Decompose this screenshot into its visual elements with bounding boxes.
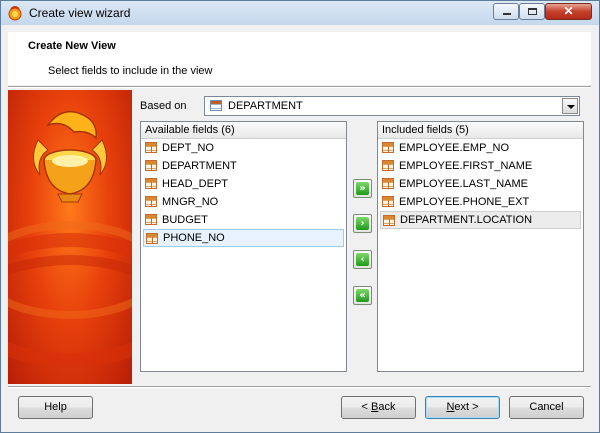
help-button[interactable]: Help bbox=[18, 396, 93, 419]
footer-divider bbox=[8, 386, 591, 388]
maximize-button[interactable] bbox=[519, 3, 545, 20]
table-icon bbox=[145, 160, 157, 171]
double-arrow-right-icon: » bbox=[356, 182, 369, 195]
remove-all-fields-button[interactable]: « bbox=[353, 286, 372, 305]
minimize-button[interactable] bbox=[493, 3, 519, 20]
add-field-button[interactable]: › bbox=[353, 214, 372, 233]
combo-dropdown-icon[interactable] bbox=[562, 98, 578, 114]
back-button[interactable]: < Back bbox=[341, 396, 416, 419]
table-icon bbox=[382, 196, 394, 207]
list-item[interactable]: DEPARTMENT bbox=[143, 157, 346, 175]
table-icon bbox=[383, 215, 395, 226]
list-item[interactable]: EMPLOYEE.PHONE_EXT bbox=[380, 193, 583, 211]
minimize-icon bbox=[503, 13, 511, 15]
table-icon bbox=[382, 160, 394, 171]
firebird-logo-icon bbox=[33, 110, 107, 203]
table-icon bbox=[145, 178, 157, 189]
list-item[interactable]: HEAD_DEPT bbox=[143, 175, 346, 193]
double-arrow-left-icon: « bbox=[356, 289, 369, 302]
included-fields-list[interactable]: Included fields (5) EMPLOYEE.EMP_NO EMPL… bbox=[377, 121, 584, 372]
table-icon bbox=[382, 142, 394, 153]
list-item-selected[interactable]: PHONE_NO bbox=[143, 229, 344, 247]
remove-field-button[interactable]: ‹ bbox=[353, 250, 372, 269]
arrow-right-icon: › bbox=[356, 217, 369, 230]
window-title: Create view wizard bbox=[29, 6, 131, 20]
title-bar[interactable]: Create view wizard ✕ bbox=[1, 1, 599, 25]
table-icon bbox=[382, 178, 394, 189]
cancel-button[interactable]: Cancel bbox=[509, 396, 584, 419]
add-all-fields-button[interactable]: » bbox=[353, 179, 372, 198]
list-item[interactable]: EMPLOYEE.LAST_NAME bbox=[380, 175, 583, 193]
list-item[interactable]: BUDGET bbox=[143, 211, 346, 229]
table-icon bbox=[145, 214, 157, 225]
list-item[interactable]: EMPLOYEE.EMP_NO bbox=[380, 139, 583, 157]
close-button[interactable]: ✕ bbox=[545, 3, 592, 20]
based-on-combo[interactable]: DEPARTMENT bbox=[204, 96, 580, 116]
based-on-label: Based on bbox=[140, 100, 187, 112]
next-button[interactable]: Next > bbox=[425, 396, 500, 419]
available-fields-list[interactable]: Available fields (6) DEPT_NO DEPARTMENT … bbox=[140, 121, 347, 372]
wizard-window: Create view wizard ✕ Create New View Sel… bbox=[0, 0, 600, 433]
table-icon bbox=[145, 142, 157, 153]
list-item[interactable]: MNGR_NO bbox=[143, 193, 346, 211]
list-item-selected[interactable]: DEPARTMENT.LOCATION bbox=[380, 211, 581, 229]
page-subtitle: Select fields to include in the view bbox=[48, 65, 213, 77]
included-fields-header: Included fields (5) bbox=[378, 122, 583, 139]
list-item[interactable]: EMPLOYEE.FIRST_NAME bbox=[380, 157, 583, 175]
header-divider bbox=[8, 86, 591, 88]
wizard-header: Create New View Select fields to include… bbox=[8, 32, 591, 85]
list-item[interactable]: DEPT_NO bbox=[143, 139, 346, 157]
arrow-left-icon: ‹ bbox=[356, 253, 369, 266]
table-icon bbox=[210, 100, 222, 111]
close-icon: ✕ bbox=[563, 4, 574, 18]
available-fields-header: Available fields (6) bbox=[141, 122, 346, 139]
based-on-value: DEPARTMENT bbox=[228, 100, 303, 112]
table-icon bbox=[145, 196, 157, 207]
app-icon bbox=[8, 6, 22, 21]
wizard-side-graphic bbox=[8, 90, 132, 384]
page-title: Create New View bbox=[28, 40, 116, 52]
table-icon bbox=[146, 233, 158, 244]
maximize-icon bbox=[528, 8, 537, 15]
